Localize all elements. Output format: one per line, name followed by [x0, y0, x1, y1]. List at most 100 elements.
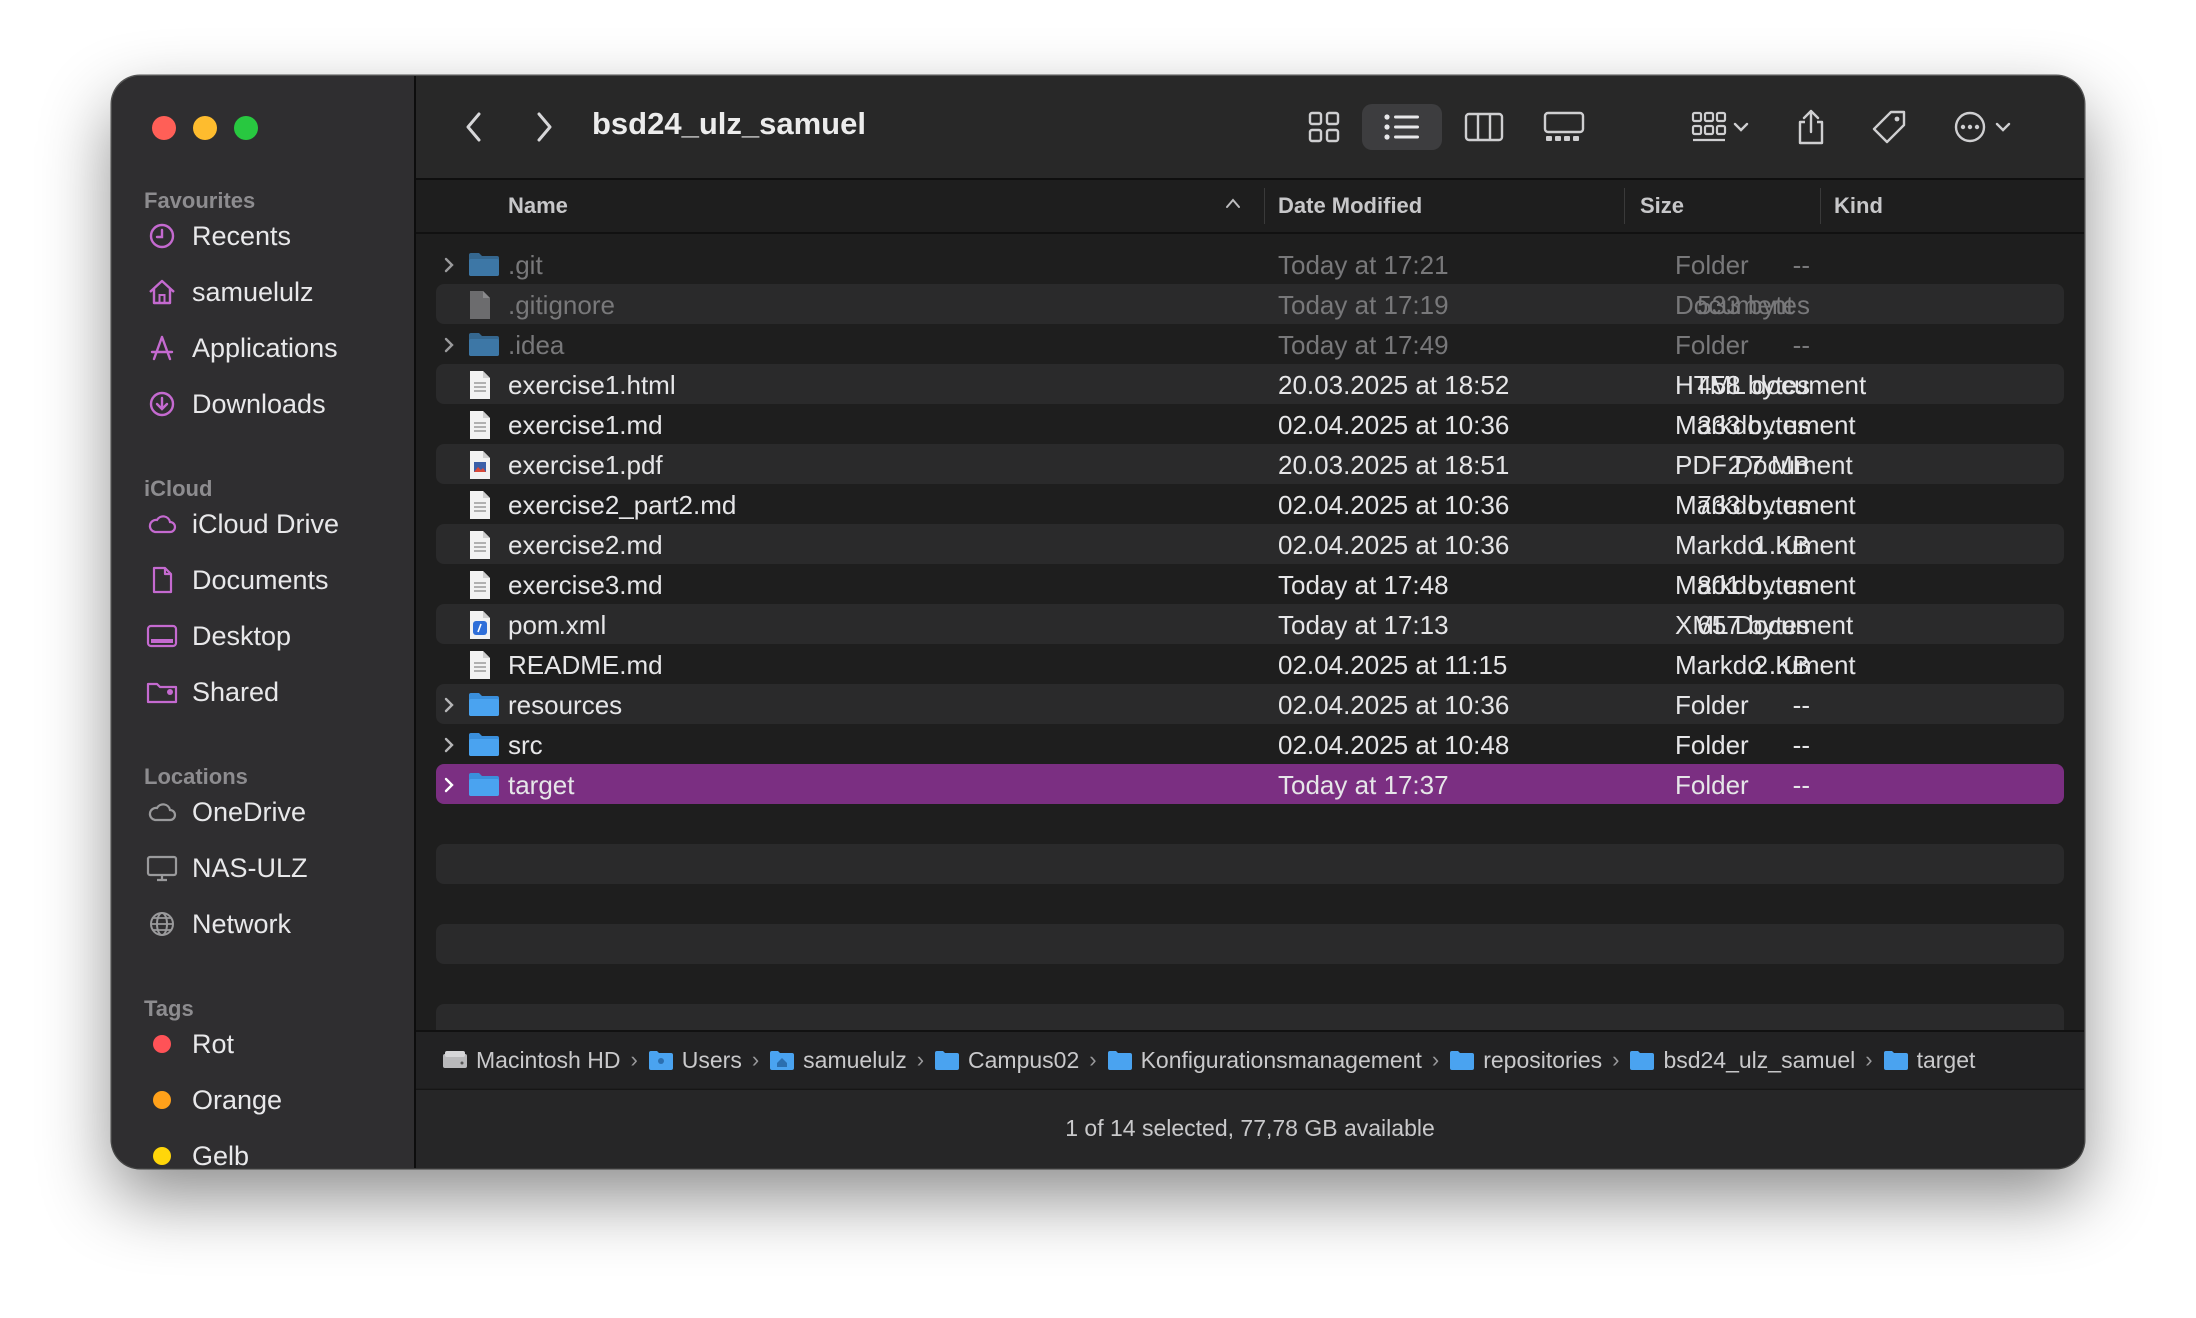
table-row[interactable]: .gitignore Today at 17:19 533 bytes Docu… — [436, 284, 2064, 324]
disclosure-chevron-icon[interactable] — [440, 732, 458, 763]
file-kind: XML Document — [1675, 610, 1854, 640]
icon-view-button[interactable] — [1296, 104, 1352, 150]
file-date: 20.03.2025 at 18:51 — [1278, 450, 1510, 480]
sidebar-item-home[interactable]: samuelulz — [146, 272, 314, 312]
table-row[interactable]: README.md 02.04.2025 at 11:15 2 KB Markd… — [436, 644, 2064, 684]
table-row[interactable]: .idea Today at 17:49 -- Folder — [436, 324, 2064, 364]
path-item-home[interactable]: samuelulz — [769, 1047, 907, 1074]
file-name: .git — [508, 250, 543, 280]
table-row[interactable]: exercise1.html 20.03.2025 at 18:52 458 b… — [436, 364, 2064, 404]
file-name: README.md — [508, 650, 663, 680]
finder-window: Favourites Recents samuelulz Application… — [112, 76, 2084, 1168]
table-row[interactable]: exercise2.md 02.04.2025 at 10:36 1 KB Ma… — [436, 524, 2064, 564]
file-name: exercise1.html — [508, 370, 676, 400]
minimize-button[interactable] — [193, 116, 217, 140]
folder-icon — [468, 770, 500, 805]
sidebar-item-desktop[interactable]: Desktop — [146, 616, 291, 656]
monitor-icon — [146, 852, 178, 884]
sidebar-item-icloud-drive[interactable]: iCloud Drive — [146, 504, 339, 544]
sidebar-item-label: Gelb — [192, 1140, 250, 1169]
column-kind-header[interactable]: Kind — [1834, 193, 1883, 219]
sidebar-item-label: Recents — [192, 220, 292, 251]
path-item-bsd24[interactable]: bsd24_ulz_samuel — [1629, 1047, 1855, 1074]
column-divider[interactable] — [1624, 188, 1625, 224]
table-row[interactable]: .git Today at 17:21 -- Folder — [436, 244, 2064, 284]
file-name: exercise2.md — [508, 530, 663, 560]
column-date-header[interactable]: Date Modified — [1278, 193, 1422, 219]
sidebar-item-network[interactable]: Network — [146, 904, 291, 944]
folder-icon — [1630, 1051, 1655, 1070]
file-date: 02.04.2025 at 10:36 — [1278, 690, 1510, 720]
document-icon — [468, 290, 492, 327]
file-size: -- — [1792, 730, 1810, 760]
folder-icon — [1450, 1051, 1475, 1070]
file-size: -- — [1792, 250, 1810, 280]
forward-button[interactable] — [524, 104, 564, 150]
share-button[interactable] — [1786, 104, 1836, 150]
table-row[interactable]: exercise1.pdf 20.03.2025 at 18:51 2,7 MB… — [436, 444, 2064, 484]
sidebar-item-downloads[interactable]: Downloads — [146, 384, 326, 424]
group-icon — [1691, 111, 1749, 142]
disclosure-chevron-icon[interactable] — [440, 332, 458, 363]
sidebar-tag-rot[interactable]: Rot — [146, 1024, 234, 1064]
sidebar-item-label: Applications — [192, 332, 338, 363]
file-kind: Folder — [1675, 730, 1749, 760]
sidebar-item-documents[interactable]: Documents — [146, 560, 329, 600]
path-item-campus02[interactable]: Campus02 — [934, 1047, 1079, 1074]
folder-icon — [468, 690, 500, 725]
group-by-button[interactable] — [1680, 104, 1760, 150]
sidebar-item-onedrive[interactable]: OneDrive — [146, 792, 306, 832]
sidebar-item-nas[interactable]: NAS-ULZ — [146, 848, 308, 888]
table-row[interactable]: resources 02.04.2025 at 10:36 -- Folder — [436, 684, 2064, 724]
empty-row — [436, 844, 2064, 884]
path-item-users[interactable]: Users — [648, 1047, 742, 1074]
back-button[interactable] — [454, 104, 494, 150]
close-button[interactable] — [152, 116, 176, 140]
table-row[interactable]: exercise2_part2.md 02.04.2025 at 10:36 7… — [436, 484, 2064, 524]
chevron-right-icon: › — [916, 1047, 925, 1072]
path-item-konfigurationsmanagement[interactable]: Konfigurationsmanagement — [1107, 1047, 1422, 1074]
file-kind: HTML document — [1675, 370, 1867, 400]
gallery-view-button[interactable] — [1534, 104, 1594, 150]
file-name: exercise1.pdf — [508, 450, 663, 480]
column-divider[interactable] — [1820, 188, 1821, 224]
sidebar-item-label: Network — [192, 908, 292, 939]
zoom-button[interactable] — [234, 116, 258, 140]
column-name-header[interactable]: Name — [508, 193, 568, 219]
column-view-button[interactable] — [1456, 104, 1512, 150]
sidebar-tag-orange[interactable]: Orange — [146, 1080, 282, 1120]
path-item-target[interactable]: target — [1883, 1047, 1975, 1074]
chevron-right-icon: › — [1431, 1047, 1440, 1072]
chevron-right-icon: › — [630, 1047, 638, 1072]
table-row-selected[interactable]: target Today at 17:37 -- Folder — [436, 764, 2064, 804]
column-divider[interactable] — [1264, 188, 1265, 224]
cloud-icon — [146, 796, 178, 828]
disclosure-chevron-icon[interactable] — [440, 252, 458, 283]
sidebar-tag-gelb[interactable]: Gelb — [146, 1136, 249, 1168]
toolbar: bsd24_ulz_samuel — [416, 76, 2084, 180]
tag-button[interactable] — [1864, 104, 1914, 150]
file-name: src — [508, 730, 543, 760]
folder-icon — [468, 730, 500, 765]
sidebar-item-label: iCloud Drive — [192, 508, 340, 539]
file-date: Today at 17:49 — [1278, 330, 1449, 360]
table-row[interactable]: exercise1.md 02.04.2025 at 10:36 333 byt… — [436, 404, 2064, 444]
sidebar-item-recents[interactable]: Recents — [146, 216, 291, 256]
path-item-repositories[interactable]: repositories — [1449, 1047, 1602, 1074]
list-view-button[interactable] — [1362, 104, 1442, 150]
window-title: bsd24_ulz_samuel — [592, 106, 866, 141]
table-row[interactable]: src 02.04.2025 at 10:48 -- Folder — [436, 724, 2064, 764]
markdown-document-icon — [468, 490, 492, 527]
file-name: pom.xml — [508, 610, 607, 640]
table-row[interactable]: exercise3.md Today at 17:48 801 bytes Ma… — [436, 564, 2064, 604]
table-row[interactable]: pom.xml Today at 17:13 657 bytes XML Doc… — [436, 604, 2064, 644]
path-item-macintosh-hd[interactable]: Macintosh HD — [442, 1047, 620, 1074]
sidebar-item-shared[interactable]: Shared — [146, 672, 279, 712]
sidebar-item-applications[interactable]: Applications — [146, 328, 338, 368]
sidebar-section-locations: Locations — [144, 764, 248, 789]
path-item-label: Macintosh HD — [476, 1046, 621, 1073]
disclosure-chevron-icon[interactable] — [440, 692, 458, 723]
column-size-header[interactable]: Size — [1640, 193, 1684, 219]
disclosure-chevron-icon[interactable] — [440, 772, 458, 803]
more-actions-button[interactable] — [1944, 104, 2024, 150]
